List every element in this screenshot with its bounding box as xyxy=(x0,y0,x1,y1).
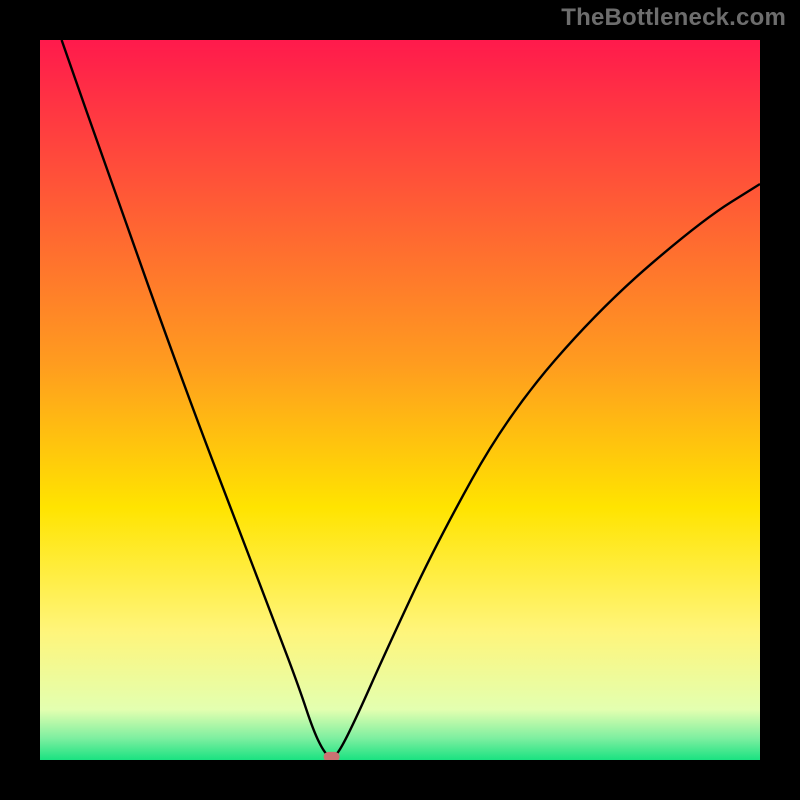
chart-container: TheBottleneck.com xyxy=(0,0,800,800)
gradient-background xyxy=(40,40,760,760)
plot-area xyxy=(40,40,760,760)
plot-svg xyxy=(40,40,760,760)
optimal-point-marker xyxy=(324,752,340,760)
watermark-text: TheBottleneck.com xyxy=(561,4,786,32)
